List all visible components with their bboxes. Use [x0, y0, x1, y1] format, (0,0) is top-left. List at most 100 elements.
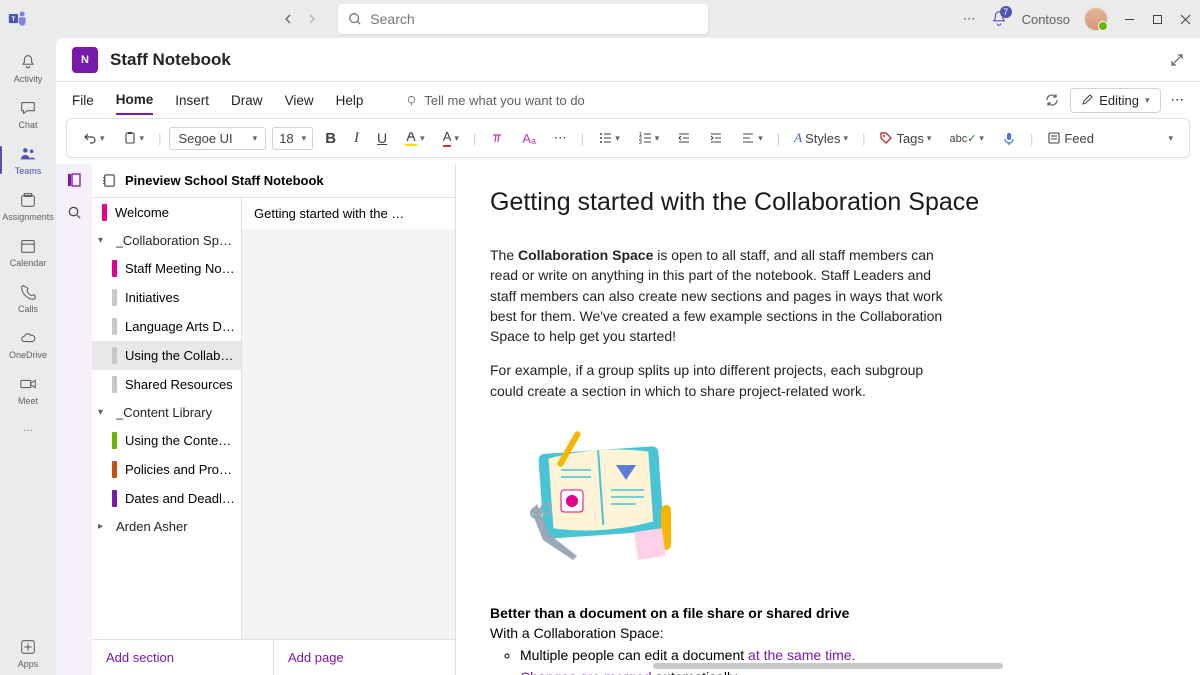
- add-section-button[interactable]: Add section: [92, 640, 273, 675]
- ribbon-tab-home[interactable]: Home: [116, 86, 154, 115]
- apps-icon: [18, 637, 38, 657]
- tags-button[interactable]: Tags▾: [873, 127, 937, 150]
- ribbon-tab-insert[interactable]: Insert: [175, 87, 209, 114]
- titlebar: T ⋯ 7 Contoso: [0, 0, 1200, 38]
- outdent-button[interactable]: [671, 127, 697, 149]
- add-page-button[interactable]: Add page: [273, 640, 455, 675]
- ribbon-tab-draw[interactable]: Draw: [231, 87, 263, 114]
- format-painter-button[interactable]: Aₐ: [516, 127, 542, 150]
- text: With a Collaboration Space:: [490, 625, 1166, 641]
- rail-label: Calendar: [10, 258, 47, 268]
- section-shared-res[interactable]: Shared Resources: [92, 370, 241, 399]
- rail-calls[interactable]: Calls: [0, 276, 56, 320]
- content-area: N Staff Notebook File Home Insert Draw V…: [56, 38, 1200, 675]
- more-icon[interactable]: ⋯: [963, 11, 976, 27]
- search-icon: [348, 12, 362, 26]
- rail-assignments[interactable]: Assignments: [0, 184, 56, 228]
- tab-header: N Staff Notebook: [56, 38, 1200, 82]
- search-box[interactable]: [338, 4, 708, 34]
- italic-button[interactable]: I: [348, 126, 365, 151]
- page-title: Getting started with the Collaboration S…: [490, 188, 1166, 217]
- window-minimize-icon[interactable]: [1122, 12, 1136, 26]
- font-family-select[interactable]: Segoe UI▾: [169, 127, 266, 150]
- rail-activity[interactable]: Activity: [0, 46, 56, 90]
- section-group-content[interactable]: ▾_Content Library: [92, 399, 241, 426]
- search-input[interactable]: [370, 11, 698, 27]
- lightbulb-icon: [405, 94, 418, 107]
- rail-onedrive[interactable]: OneDrive: [0, 322, 56, 366]
- pencil-icon: [1081, 94, 1093, 106]
- app-rail: Activity Chat Teams Assignments Calendar…: [0, 38, 56, 675]
- bold-button[interactable]: B: [319, 126, 342, 151]
- section-lang-arts[interactable]: Language Arts Dep…: [92, 312, 241, 341]
- tag-icon: [879, 131, 893, 145]
- page-item[interactable]: Getting started with the …: [242, 198, 455, 229]
- notebook-title-row[interactable]: Pineview School Staff Notebook: [92, 164, 455, 198]
- rail-label: Meet: [18, 396, 38, 406]
- teams-icon: [18, 144, 38, 164]
- undo-button[interactable]: ▾: [77, 127, 111, 149]
- underline-button[interactable]: U: [371, 126, 393, 150]
- rail-label: Assignments: [2, 212, 54, 222]
- notification-badge: 7: [1000, 6, 1012, 18]
- section-initiatives[interactable]: Initiatives: [92, 283, 241, 312]
- teams-logo-icon: T: [8, 9, 28, 29]
- section-policies[interactable]: Policies and Proced…: [92, 455, 241, 484]
- nav-toggle-icon[interactable]: [64, 170, 84, 190]
- rail-meet[interactable]: Meet: [0, 368, 56, 412]
- numbering-button[interactable]: 123▾: [632, 127, 666, 149]
- rail-teams[interactable]: Teams: [0, 138, 56, 182]
- indent-button[interactable]: [703, 127, 729, 149]
- collapse-icon[interactable]: [1170, 53, 1184, 67]
- pages-list: Getting started with the …: [242, 198, 455, 639]
- rail-chat[interactable]: Chat: [0, 92, 56, 136]
- ribbon-expand-icon[interactable]: ▾: [1162, 129, 1179, 148]
- font-size-select[interactable]: 18▾: [272, 127, 313, 150]
- section-welcome[interactable]: Welcome: [92, 198, 241, 227]
- rail-more[interactable]: ⋯: [0, 414, 56, 446]
- paste-button[interactable]: ▾: [117, 127, 151, 149]
- rail-calendar[interactable]: Calendar: [0, 230, 56, 274]
- editing-mode-button[interactable]: Editing ▾: [1070, 88, 1160, 113]
- tell-me-search[interactable]: Tell me what you want to do: [405, 93, 584, 108]
- sections-list: Welcome ▾_Collaboration Space Staff Meet…: [92, 198, 242, 639]
- tab-title: Staff Notebook: [110, 50, 231, 70]
- section-group-collab[interactable]: ▾_Collaboration Space: [92, 227, 241, 254]
- chat-icon: [18, 98, 38, 118]
- subheading: Better than a document on a file share o…: [490, 605, 1166, 621]
- rail-apps[interactable]: Apps: [0, 631, 56, 675]
- section-group-arden[interactable]: ▸Arden Asher: [92, 513, 241, 540]
- font-color-button[interactable]: A▾: [437, 125, 465, 151]
- sync-icon[interactable]: [1044, 92, 1060, 108]
- styles-button[interactable]: AStyles▾: [788, 126, 854, 150]
- ribbon-tab-help[interactable]: Help: [336, 87, 364, 114]
- video-icon: [18, 374, 38, 394]
- section-dates[interactable]: Dates and Deadlines: [92, 484, 241, 513]
- avatar[interactable]: [1084, 7, 1108, 31]
- spellcheck-button[interactable]: abc✓▾: [943, 128, 990, 149]
- nav-back-icon[interactable]: [282, 13, 294, 25]
- calendar-icon: [18, 236, 38, 256]
- section-staff-meeting[interactable]: Staff Meeting Notes: [92, 254, 241, 283]
- section-using-content[interactable]: Using the Content …: [92, 426, 241, 455]
- notifications-button[interactable]: 7: [990, 10, 1008, 28]
- horizontal-scrollbar[interactable]: [653, 663, 1003, 669]
- feed-button[interactable]: Feed: [1041, 127, 1100, 150]
- clear-format-button[interactable]: [484, 127, 510, 149]
- bullets-button[interactable]: ▾: [592, 127, 626, 149]
- nav-forward-icon[interactable]: [306, 13, 318, 25]
- align-button[interactable]: ▾: [735, 127, 769, 149]
- ribbon-tab-file[interactable]: File: [72, 87, 94, 114]
- bullet-list: Multiple people can edit a document at t…: [490, 645, 1166, 675]
- dictate-button[interactable]: [996, 127, 1022, 149]
- highlight-button[interactable]: ▾: [399, 127, 431, 150]
- window-maximize-icon[interactable]: [1150, 12, 1164, 26]
- more-options-icon[interactable]: ⋯: [1171, 92, 1185, 108]
- window-close-icon[interactable]: [1178, 12, 1192, 26]
- more-format-icon[interactable]: ⋯: [548, 126, 573, 150]
- page-canvas[interactable]: Getting started with the Collaboration S…: [456, 164, 1200, 675]
- search-notebook-icon[interactable]: [64, 202, 84, 222]
- section-using-collab[interactable]: Using the Collabora…: [92, 341, 241, 370]
- ribbon-tab-view[interactable]: View: [285, 87, 314, 114]
- rail-label: Calls: [18, 304, 38, 314]
